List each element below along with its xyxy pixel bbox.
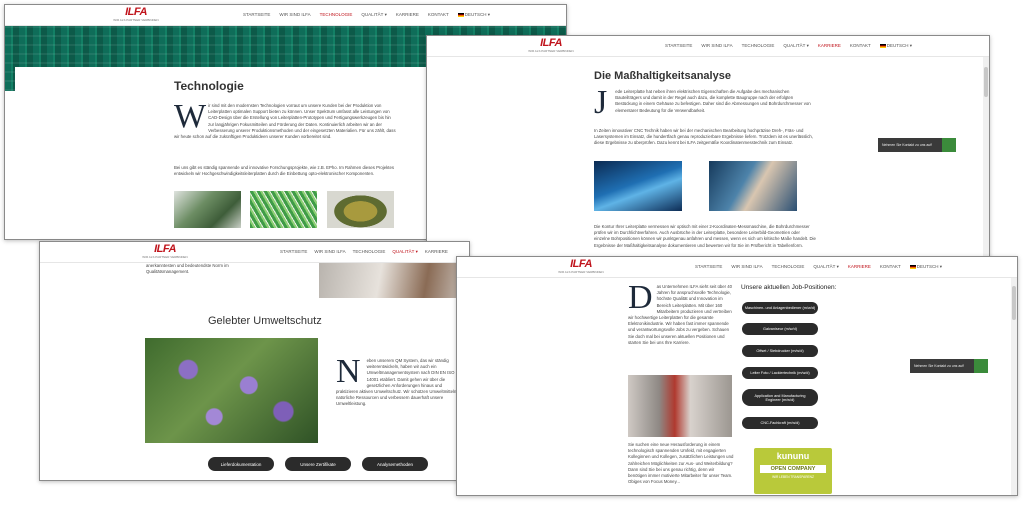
- pcb-image-3: [327, 191, 394, 228]
- nav-karriere[interactable]: KARRIERE: [848, 264, 871, 270]
- kununu-logo: kununu: [776, 451, 810, 461]
- nav-wir-sind-ilfa[interactable]: WIR SIND ILFA: [701, 43, 732, 49]
- job-cnc-fachkraft[interactable]: CNC-Fachkraft (m/w/d): [742, 417, 818, 429]
- section-title: Gelebter Umweltschutz: [208, 315, 322, 327]
- kununu-badge[interactable]: kununu OPEN COMPANY WIR LEBEN TRANSPAREN…: [754, 448, 832, 494]
- drop-cap: N: [336, 353, 361, 390]
- drop-cap: J: [594, 84, 608, 121]
- nav-qualitaet[interactable]: QUALITÄT ▾: [783, 43, 808, 49]
- environment-paragraph: Neben unserem QM System, das wir ständig…: [336, 353, 457, 407]
- quality-text: anerkanntesten und bedeutendste Norm im …: [146, 263, 229, 275]
- quality-photo: [319, 263, 469, 298]
- nav-language[interactable]: DEUTSCH ▾: [879, 43, 912, 49]
- main-menu: STARTSEITE WIR SIND ILFA TECHNOLOGIE QUA…: [243, 12, 490, 18]
- screenshot-masshaltigkeitsanalyse: ILFA WIR ALS PARTNER VERBINDEN STARTSEITE…: [426, 35, 990, 268]
- nav-startseite[interactable]: STARTSEITE: [665, 43, 692, 49]
- nav-qualitaet[interactable]: QUALITÄT ▾: [813, 264, 838, 270]
- german-flag-icon: [879, 43, 886, 48]
- page-title: Technologie: [174, 79, 244, 93]
- main-menu: STARTSEITE WIR SIND ILFA TECHNOLOGIE QUA…: [280, 249, 448, 255]
- scrollbar[interactable]: [983, 57, 989, 267]
- german-flag-icon: [457, 12, 464, 17]
- drop-cap: W: [174, 98, 207, 135]
- cnc-paragraph: In Zeiten innovativer CNC Technik haben …: [594, 128, 814, 146]
- job-application-engineer[interactable]: Application and Manufacturing Engineer (…: [742, 389, 818, 406]
- transparency-label: WIR LEBEN TRANSPARENZ: [772, 475, 814, 479]
- job-offset-siebdrucker[interactable]: Offset / Siebdrucker (m/w/d): [742, 345, 818, 357]
- nav-karriere[interactable]: KARRIERE: [396, 12, 419, 18]
- top-navigation: ILFA WIR ALS PARTNER VERBINDEN STARTSEITE…: [40, 242, 469, 263]
- nav-technologie[interactable]: TECHNOLOGIE: [320, 12, 353, 18]
- open-company-label: OPEN COMPANY: [760, 465, 826, 473]
- nav-wir-sind-ilfa[interactable]: WIR SIND ILFA: [314, 249, 345, 255]
- scrollbar[interactable]: [1011, 278, 1017, 495]
- contact-button[interactable]: Nehmen Sie Kontakt zu uns auf!: [910, 359, 988, 373]
- nav-kontakt[interactable]: KONTAKT: [850, 43, 871, 49]
- intro-paragraph: Jede Leiterplatte hat neben ihren elektr…: [594, 84, 811, 121]
- nav-qualitaet[interactable]: QUALITÄT ▾: [361, 12, 386, 18]
- screenshot-umweltschutz: ILFA WIR ALS PARTNER VERBINDEN STARTSEITE…: [39, 241, 470, 481]
- nav-startseite[interactable]: STARTSEITE: [280, 249, 307, 255]
- jobs-title: Unsere aktuellen Job-Positionen:: [741, 284, 837, 291]
- ilfa-logo[interactable]: ILFA WIR ALS PARTNER VERBINDEN: [528, 38, 573, 54]
- nav-kontakt[interactable]: KONTAKT: [428, 12, 449, 18]
- pcb-image-2: [250, 191, 317, 228]
- zertifikate-button[interactable]: Unsere Zertifikate: [285, 457, 351, 471]
- research-paragraph: Bei uns gibt es ständig spannende und in…: [174, 165, 394, 177]
- nav-technologie[interactable]: TECHNOLOGIE: [742, 43, 775, 49]
- nav-startseite[interactable]: STARTSEITE: [243, 12, 270, 18]
- main-menu: STARTSEITE WIR SIND ILFA TECHNOLOGIE QUA…: [665, 43, 912, 49]
- top-navigation: ILFA WIR ALS PARTNER VERBINDEN STARTSEITE…: [5, 5, 566, 26]
- job-galvaniseur[interactable]: Galvaniseur (m/w/d): [742, 323, 818, 335]
- german-flag-icon: [909, 264, 916, 269]
- top-navigation: ILFA WIR ALS PARTNER VERBINDEN STARTSEITE…: [457, 257, 1017, 278]
- nav-startseite[interactable]: STARTSEITE: [695, 264, 722, 270]
- intro-paragraph: Wir sind mit den modernsten Technologien…: [174, 98, 396, 140]
- nav-karriere[interactable]: KARRIERE: [818, 43, 841, 49]
- pcb-image-1: [174, 191, 241, 228]
- main-menu: STARTSEITE WIR SIND ILFA TECHNOLOGIE QUA…: [695, 264, 942, 270]
- drop-cap: D: [628, 279, 653, 316]
- ilfa-logo[interactable]: ILFA WIR ALS PARTNER VERBINDEN: [142, 244, 187, 260]
- nav-technologie[interactable]: TECHNOLOGIE: [353, 249, 386, 255]
- analysemethoden-button[interactable]: Analysemethoden: [362, 457, 428, 471]
- nav-kontakt[interactable]: KONTAKT: [880, 264, 901, 270]
- top-navigation: ILFA WIR ALS PARTNER VERBINDEN STARTSEITE…: [427, 36, 989, 57]
- screenshot-karriere: ILFA WIR ALS PARTNER VERBINDEN STARTSEITE…: [456, 256, 1018, 496]
- nav-karriere[interactable]: KARRIERE: [425, 249, 448, 255]
- nav-qualitaet[interactable]: QUALITÄT ▾: [392, 249, 417, 255]
- page-title: Die Maßhaltigkeitsanalyse: [594, 70, 731, 82]
- nav-language[interactable]: DEUTSCH ▾: [909, 264, 942, 270]
- envelope-icon: [942, 138, 956, 152]
- job-leiter-foto[interactable]: Leiter Foto / Lackiertechnik (m/w/d): [742, 367, 818, 379]
- nav-wir-sind-ilfa[interactable]: WIR SIND ILFA: [731, 264, 762, 270]
- lieferdokumentation-button[interactable]: Lieferdokumentation: [208, 457, 274, 471]
- envelope-icon: [974, 359, 988, 373]
- career-paragraph: Sie suchen eine neue Herausforderung in …: [628, 442, 734, 485]
- measurement-image-2: [709, 161, 797, 211]
- nav-language[interactable]: DEUTSCH ▾: [457, 12, 490, 18]
- company-paragraph: Das Unternehmen ILFA sieht seit über 40 …: [628, 279, 733, 345]
- job-maschinenbediener[interactable]: Maschinen- und Anlagenbediener (m/w/d): [742, 302, 818, 314]
- factory-photo: [628, 375, 732, 437]
- nav-wir-sind-ilfa[interactable]: WIR SIND ILFA: [279, 12, 310, 18]
- contour-paragraph: Die Kontur Ihrer Leiterplatte vermessen …: [594, 224, 816, 248]
- nav-technologie[interactable]: TECHNOLOGIE: [772, 264, 805, 270]
- contact-button[interactable]: Nehmen Sie Kontakt zu uns auf!: [878, 138, 956, 152]
- lavender-photo: [145, 338, 318, 443]
- ilfa-logo[interactable]: ILFA WIR ALS PARTNER VERBINDEN: [113, 7, 158, 23]
- ilfa-logo[interactable]: ILFA WIR ALS PARTNER VERBINDEN: [558, 259, 603, 275]
- measurement-image-1: [594, 161, 682, 211]
